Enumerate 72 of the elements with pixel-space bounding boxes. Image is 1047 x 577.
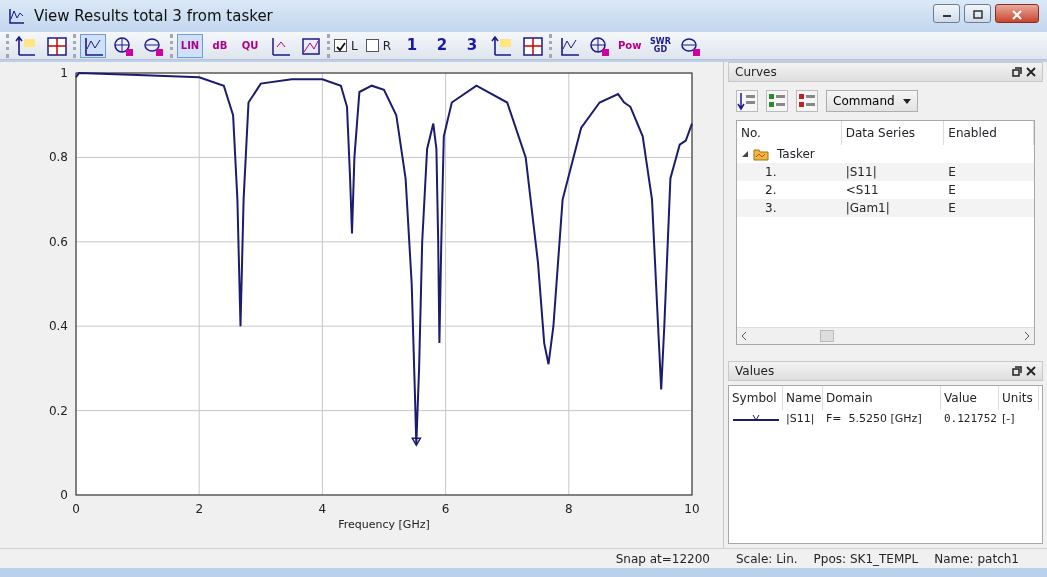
table-row[interactable]: 2. <S11 E xyxy=(737,181,1034,199)
panel-title: Curves xyxy=(735,64,777,81)
toolbar-button[interactable]: LIN xyxy=(177,33,203,58)
maximize-button[interactable] xyxy=(964,4,991,23)
close-button[interactable] xyxy=(995,4,1039,23)
axis-tick-label: 0.6 xyxy=(48,234,68,249)
axis-tick-label: 1 xyxy=(60,66,68,80)
status-text: Scale: Lin. xyxy=(736,550,798,568)
table-row[interactable]: 3. |Gam1| E xyxy=(737,199,1034,217)
axis-tick-label: 0.8 xyxy=(48,150,68,165)
list-tool-button[interactable] xyxy=(736,90,758,112)
axis-tick-label: 0 xyxy=(60,488,68,502)
list-tool-button[interactable] xyxy=(796,90,818,112)
panel-title: Values xyxy=(735,363,775,380)
float-icon[interactable] xyxy=(1012,67,1022,77)
table-cell-text: E xyxy=(947,164,957,181)
toolbar-button[interactable]: 3 xyxy=(459,33,486,58)
caret-icon xyxy=(902,98,911,104)
axis-tick-label: 0 xyxy=(72,502,80,516)
axis-title: Frequency [GHz] xyxy=(338,518,430,531)
close-icon xyxy=(1012,9,1022,20)
axis-tick-label: 0.2 xyxy=(48,403,68,418)
checkbox[interactable]: L xyxy=(334,36,358,55)
status-text: Snap at=12200 xyxy=(615,550,710,568)
minimize-button[interactable] xyxy=(933,4,960,23)
expand-icon[interactable] xyxy=(741,150,749,158)
table-cell-text: |S11| xyxy=(785,410,816,427)
axis-tick-label: 6 xyxy=(441,502,450,516)
column-header[interactable]: Symbol xyxy=(729,386,783,410)
horizontal-scrollbar[interactable] xyxy=(737,327,1034,344)
close-icon[interactable] xyxy=(1026,366,1036,376)
status-text: Ppos: SK1_TEMPL xyxy=(813,550,919,568)
checkbox[interactable]: R xyxy=(365,36,392,55)
table-cell-text: E xyxy=(947,200,957,217)
toolbar-button[interactable] xyxy=(80,33,106,58)
toolbar-button[interactable]: 2 xyxy=(429,33,456,58)
table-cell-text: E xyxy=(947,182,957,199)
table-cell-text: <S11 xyxy=(844,182,880,199)
axis-tick-label: 4 xyxy=(318,502,327,516)
window-title: View Results total 3 from tasker xyxy=(34,5,274,27)
scroll-right-icon[interactable] xyxy=(1024,332,1030,340)
tree-item[interactable]: Tasker xyxy=(777,145,815,163)
table-cell-text: 2. xyxy=(764,182,778,199)
scroll-left-icon[interactable] xyxy=(741,332,747,340)
axis-tick-label: 2 xyxy=(195,502,203,516)
toolbar-button[interactable]: dB xyxy=(207,33,233,58)
axis-tick-label: 8 xyxy=(565,502,573,516)
command-dropdown[interactable]: Command xyxy=(826,90,918,112)
axis-tick-label: 0.4 xyxy=(48,319,68,334)
marker-icon xyxy=(411,437,422,447)
check-icon xyxy=(335,40,346,52)
status-text: Name: patch1 xyxy=(934,550,1019,568)
table-cell-text: |Gam1| xyxy=(844,200,891,217)
toolbar-button[interactable]: 1 xyxy=(399,33,426,58)
toolbar-button[interactable]: Pow xyxy=(616,33,644,58)
float-icon[interactable] xyxy=(1012,366,1022,376)
folder-icon xyxy=(753,147,769,161)
axis-tick-label: 10 xyxy=(684,502,700,516)
table-cell-text: |S11| xyxy=(844,164,878,181)
table-row[interactable]: 1. |S11| E xyxy=(737,163,1034,181)
table-cell-text: 1. xyxy=(764,164,778,181)
app-icon xyxy=(8,7,26,25)
maximize-icon xyxy=(972,10,983,19)
table-cell-text: [-] xyxy=(1001,410,1016,427)
scrollbar-thumb[interactable] xyxy=(820,330,834,342)
toolbar-button[interactable]: QU xyxy=(237,33,263,58)
close-icon[interactable] xyxy=(1026,67,1036,77)
table-cell-text: F= 5.5250 [GHz] xyxy=(825,410,923,427)
toolbar-button[interactable]: SWR GD xyxy=(647,33,674,58)
table-cell-text: 0.121752 xyxy=(943,410,998,427)
column-header[interactable]: Value xyxy=(941,386,999,410)
table-cell-text: 3. xyxy=(764,200,778,217)
